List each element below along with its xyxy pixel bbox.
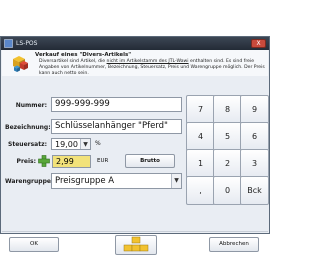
bezeichnung-input[interactable]: Schlüsselanhänger "Pferd" (51, 119, 182, 134)
steuersatz-select[interactable]: 19,00 ▼ (51, 138, 91, 150)
currency-label: EUR (97, 158, 109, 164)
header-description: Diversartikel sind Artikel, die nicht im… (39, 59, 265, 77)
key-7[interactable]: 7 (186, 95, 215, 124)
cubes-grid-icon (123, 236, 149, 252)
plus-icon[interactable] (38, 155, 50, 167)
key-0[interactable]: 0 (213, 176, 242, 205)
steuersatz-label: Steuersatz: (8, 141, 47, 148)
info-header: Verkauf eines "Divers-Artikels" Diversar… (2, 50, 268, 76)
key-comma[interactable]: , (186, 176, 215, 205)
warengruppe-select[interactable]: Preisgruppe A ▼ (51, 173, 182, 189)
header-title: Verkauf eines "Divers-Artikels" (35, 52, 132, 58)
warengruppe-label: Warengruppe: (5, 178, 54, 185)
key-3[interactable]: 3 (240, 149, 269, 178)
key-2[interactable]: 2 (213, 149, 242, 178)
warengruppe-value: Preisgruppe A (55, 176, 115, 186)
key-9[interactable]: 9 (240, 95, 269, 124)
key-6[interactable]: 6 (240, 122, 269, 151)
key-4[interactable]: 4 (186, 122, 215, 151)
title-bar: LS-POS X (1, 37, 269, 50)
nummer-input[interactable]: 999-999-999 (51, 97, 182, 112)
cancel-button[interactable]: Abbrechen (209, 237, 259, 252)
window-title: LS-POS (16, 40, 38, 47)
cubes-icon (13, 56, 28, 72)
ok-button[interactable]: OK (9, 237, 59, 252)
key-1[interactable]: 1 (186, 149, 215, 178)
cubes-button[interactable] (115, 235, 157, 255)
dialog-window: LS-POS X Verkauf eines "Divers-Artikels"… (0, 36, 270, 255)
footer-divider (2, 231, 268, 232)
bezeichnung-label: Bezeichnung: (5, 124, 51, 131)
close-icon: X (256, 40, 261, 47)
chevron-down-icon: ▼ (80, 139, 90, 149)
app-icon (4, 39, 13, 48)
key-backspace[interactable]: Bck (240, 176, 269, 205)
preis-input[interactable]: 2,99 (52, 155, 91, 168)
key-8[interactable]: 8 (213, 95, 242, 124)
header-text-start: Diversartikel sind Artikel, die (39, 59, 107, 64)
preis-label: Preis: (16, 158, 36, 165)
header-text-underlined: nicht im Artikelstamm des JTL-Wawi (106, 59, 189, 64)
percent-unit: % (95, 140, 101, 147)
key-5[interactable]: 5 (213, 122, 242, 151)
steuersatz-value: 19,00 (55, 140, 78, 149)
chevron-down-icon: ▼ (171, 174, 181, 188)
nummer-label: Nummer: (15, 102, 47, 109)
close-button[interactable]: X (251, 39, 266, 48)
brutto-button[interactable]: Brutto (125, 154, 175, 168)
